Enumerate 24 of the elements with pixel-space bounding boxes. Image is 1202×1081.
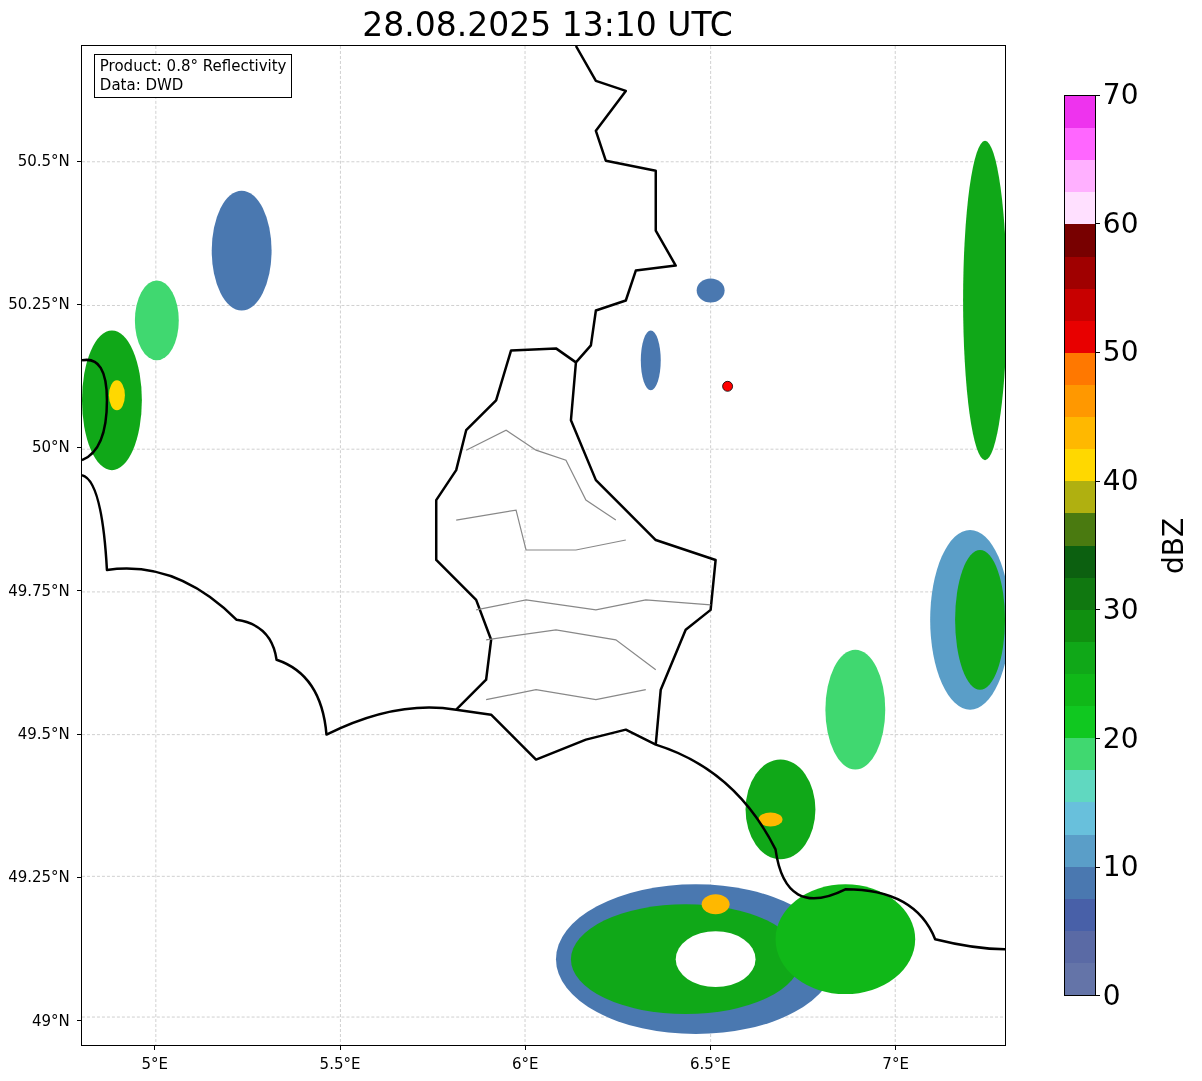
colorbar-tick-label: 20 [1102, 721, 1139, 756]
axis-tick-label: 50.5°N [17, 150, 70, 172]
axis-tick-label: 49°N [32, 1010, 70, 1032]
chart-title: 28.08.2025 13:10 UTC [362, 5, 733, 45]
axis-tick-label: 5.5°E [319, 1054, 361, 1075]
colorbar-tick-label: 60 [1102, 206, 1139, 241]
colorbar-tick-label: 40 [1102, 464, 1139, 499]
colorbar-tick-label: 0 [1102, 978, 1121, 1013]
colorbar-tick-label: 50 [1102, 335, 1139, 370]
axis-tick-label: 5°E [141, 1054, 169, 1075]
axis-tick-label: 50°N [32, 437, 70, 459]
axis-tick-label: 49.25°N [8, 867, 70, 889]
info-text: Product: 0.8° Reflectivity [99, 57, 287, 76]
colorbar-tick-label: 30 [1102, 592, 1139, 627]
axis-tick-label: 49.5°N [17, 723, 70, 745]
colorbar-tick-label: 10 [1102, 850, 1139, 885]
axis-tick-label: 6.5°E [690, 1054, 731, 1075]
info-text: Data: DWD [99, 76, 185, 95]
axis-tick-label: 7°E [882, 1054, 909, 1075]
axis-tick-label: 6°E [511, 1054, 539, 1075]
colorbar-label: dBZ [1155, 517, 1191, 574]
axis-tick-label: 49.75°N [8, 580, 70, 602]
axis-tick-label: 50.25°N [8, 294, 70, 316]
colorbar-tick-label: 70 [1102, 78, 1139, 112]
